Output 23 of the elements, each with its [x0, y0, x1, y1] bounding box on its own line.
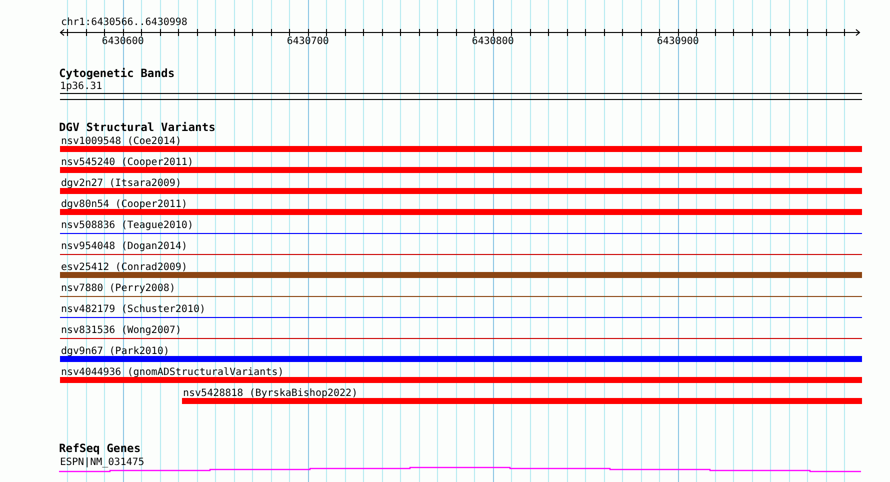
track-title: Cytogenetic Bands — [59, 67, 175, 80]
variant-label: nsv482179 (Schuster2010) — [61, 304, 206, 315]
position-label: chr1:6430566..6430998 — [61, 17, 188, 28]
gene-label: ESPN|NM_031475 — [60, 457, 144, 468]
track-title: RefSeq Genes — [59, 442, 141, 455]
ruler-tick-label: 6430600 — [102, 36, 144, 47]
variant-label: esv25412 (Conrad2009) — [61, 262, 188, 273]
variant-label: nsv5428818 (ByrskaBishop2022) — [183, 388, 358, 399]
ruler-tick-label: 6430800 — [472, 36, 514, 47]
variant-label: nsv508836 (Teague2010) — [61, 220, 194, 231]
track-title: DGV Structural Variants — [59, 121, 216, 134]
variant-label: nsv831536 (Wong2007) — [61, 325, 182, 336]
ruler-tick-label: 6430700 — [286, 36, 329, 47]
variant-label: dgv9n67 (Park2010) — [61, 346, 170, 357]
band-label: 1p36.31 — [60, 81, 102, 92]
variant-label: nsv545240 (Cooper2011) — [61, 157, 194, 168]
variant-label: dgv2n27 (Itsara2009) — [61, 178, 182, 189]
ruler-tick-label: 6430900 — [656, 36, 699, 47]
variant-label: nsv4044936 (gnomADStructuralVariants) — [61, 367, 284, 378]
variant-label: nsv1009548 (Coe2014) — [61, 136, 182, 147]
variant-label: nsv7880 (Perry2008) — [61, 283, 176, 294]
variant-label: dgv80n54 (Cooper2011) — [61, 199, 188, 210]
variant-label: nsv954048 (Dogan2014) — [61, 241, 188, 252]
